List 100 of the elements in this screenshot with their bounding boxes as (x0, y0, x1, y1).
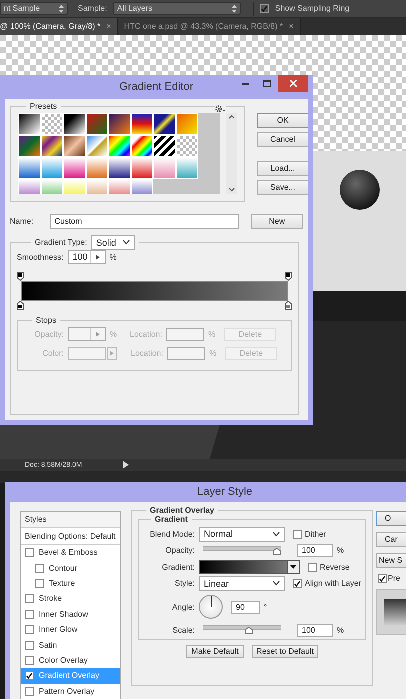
preset-swatch[interactable] (130, 113, 153, 135)
slider-thumb[interactable] (245, 627, 253, 634)
gear-icon[interactable] (215, 105, 226, 113)
checkbox[interactable] (25, 548, 34, 558)
checkbox[interactable] (25, 610, 34, 619)
caret-icon (273, 532, 280, 537)
sample-size-select[interactable]: nt Sample (0, 2, 68, 15)
checkbox[interactable] (25, 671, 34, 680)
style-list-item[interactable]: Satin (21, 637, 120, 653)
list-header[interactable]: Styles (21, 512, 120, 528)
color-stop-icon[interactable] (285, 272, 292, 281)
dialog-button[interactable]: Cancel (257, 132, 308, 146)
preset-swatch[interactable] (108, 157, 130, 179)
field-label: Opacity: (164, 546, 195, 556)
style-list-item[interactable]: Blending Options: Default (21, 528, 120, 545)
style-list-item[interactable]: Texture (21, 576, 120, 592)
style-list-item[interactable]: Color Overlay (21, 652, 120, 668)
window-title: Gradient Editor (120, 81, 194, 93)
gradient-picker[interactable] (199, 560, 300, 574)
new-button[interactable]: New (251, 214, 303, 229)
color-stop-icon[interactable] (285, 301, 292, 310)
preset-swatch[interactable] (153, 113, 176, 135)
checkbox[interactable] (35, 564, 44, 573)
preset-swatch[interactable] (18, 113, 40, 135)
checkbox[interactable] (293, 530, 302, 539)
document-tab[interactable]: HTC one a.psd @ 43.3% (Camera, RGB/8) * × (118, 18, 301, 35)
gradient-bar[interactable] (21, 281, 288, 301)
preset-swatch[interactable] (63, 135, 86, 157)
dialog-button[interactable]: Save... (257, 180, 308, 194)
checkbox[interactable] (308, 562, 317, 572)
panel-label: Stops (35, 316, 58, 325)
close-button[interactable]: × (106, 22, 112, 31)
preset-swatch[interactable] (153, 157, 176, 179)
scroll-up-icon[interactable] (228, 115, 234, 119)
dialog-button[interactable]: O (376, 511, 406, 526)
preset-swatch[interactable] (130, 135, 153, 157)
preset-swatch[interactable] (18, 157, 40, 179)
checkbox[interactable] (260, 4, 270, 13)
angle-dial[interactable] (199, 595, 223, 619)
checkbox[interactable] (25, 594, 34, 604)
preset-swatch[interactable] (176, 157, 198, 179)
scrollbar[interactable] (226, 113, 237, 194)
scroll-down-icon[interactable] (228, 188, 234, 192)
preset-swatch[interactable] (63, 157, 86, 179)
dropdown[interactable]: Linear (199, 576, 285, 592)
dropdown[interactable]: Normal (199, 526, 285, 542)
color-stop-icon[interactable] (17, 301, 24, 310)
preset-swatch[interactable] (86, 157, 108, 179)
preset-swatch[interactable] (86, 113, 108, 135)
preset-swatch[interactable] (40, 157, 63, 179)
value-field[interactable]: 100 (297, 624, 333, 637)
minimize-icon[interactable] (242, 82, 248, 84)
gradient-type-select[interactable]: Solid (91, 235, 136, 250)
style-list-item[interactable]: Inner Glow (21, 622, 120, 638)
value-field[interactable]: 100 (297, 544, 333, 558)
preset-swatch[interactable] (63, 113, 86, 135)
footer-button[interactable]: Reset to Default (252, 645, 318, 658)
style-list-item[interactable]: Pattern Overlay (21, 684, 120, 699)
style-list-item[interactable]: Inner Shadow (21, 606, 120, 622)
checkbox[interactable] (25, 625, 34, 634)
value-field[interactable]: 90 (231, 600, 260, 614)
footer-button[interactable]: Make Default (186, 645, 244, 658)
checkbox[interactable] (25, 686, 34, 696)
field-label: Angle: (171, 602, 195, 612)
close-button[interactable]: × (289, 22, 294, 31)
preset-swatch[interactable] (176, 113, 198, 135)
field-label: Gradient: (161, 562, 195, 572)
preset-swatch[interactable] (130, 157, 153, 179)
document-tab[interactable]: @ 100% (Camera, Gray/8) * × (0, 18, 118, 35)
dialog-button[interactable]: New S (376, 553, 406, 568)
preset-swatch[interactable] (176, 135, 198, 157)
dialog-button[interactable]: Load... (257, 160, 308, 176)
checkbox[interactable] (35, 578, 44, 588)
unit-label: % (110, 330, 118, 338)
style-list-item[interactable]: Contour (21, 560, 120, 576)
checkbox[interactable] (25, 640, 34, 650)
smoothness-field[interactable]: 100 (68, 250, 106, 264)
sample-select[interactable]: All Layers (113, 2, 242, 15)
play-icon[interactable] (122, 461, 130, 469)
checkbox[interactable] (378, 574, 387, 583)
checkbox[interactable] (293, 579, 302, 588)
dialog-button[interactable]: OK (257, 112, 308, 128)
unit-label: % (110, 252, 117, 262)
slider-thumb[interactable] (273, 548, 281, 555)
checkbox-label: Show Sampling Ring (275, 4, 350, 13)
preset-swatch[interactable] (40, 113, 63, 135)
preset-swatch[interactable] (40, 135, 63, 157)
close-button[interactable] (278, 75, 308, 92)
style-list-item[interactable]: Bevel & Emboss (21, 545, 120, 560)
dialog-button[interactable]: Car (376, 532, 406, 547)
style-list-item[interactable]: Stroke (21, 591, 120, 607)
preset-swatch[interactable] (153, 135, 176, 157)
preset-swatch[interactable] (108, 113, 130, 135)
preset-swatch[interactable] (18, 135, 40, 157)
checkbox[interactable] (25, 656, 34, 665)
color-stop-icon[interactable] (17, 272, 24, 281)
maximize-icon[interactable] (263, 80, 271, 87)
preset-swatch[interactable] (86, 135, 108, 157)
name-field[interactable]: Custom (50, 214, 240, 229)
preset-swatch[interactable] (108, 135, 130, 157)
